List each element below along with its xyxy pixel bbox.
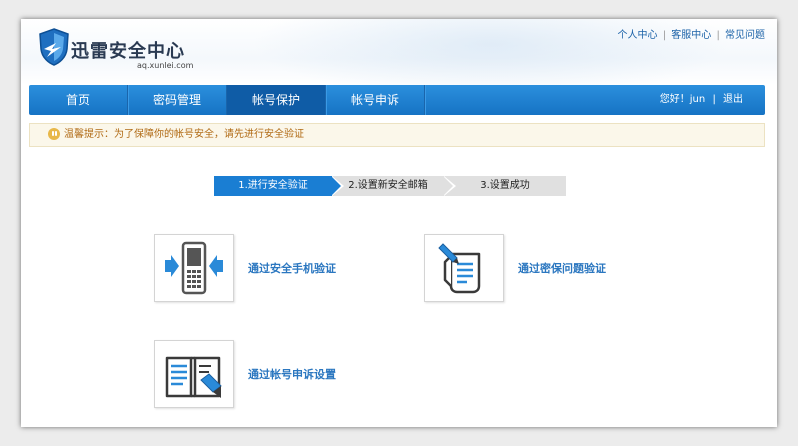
top-links: 个人中心 | 客服中心 | 常见问题 [618,26,766,41]
site-logo[interactable]: 迅雷安全中心 aq.xunlei.com [37,27,197,77]
option-account-appeal[interactable]: 通过帐号申诉设置 [154,340,394,410]
option-label[interactable]: 通过安全手机验证 [248,260,336,276]
phone-verify-icon-box[interactable] [154,234,234,302]
nav-item-account-appeal[interactable]: 帐号申诉 [326,85,425,115]
progress-steps: 1.进行安全验证 2.设置新安全邮箱 3.设置成功 [214,176,566,196]
account-appeal-icon-box[interactable] [154,340,234,408]
site-header: 迅雷安全中心 aq.xunlei.com 个人中心 | 客服中心 | 常见问题 [21,19,777,99]
option-security-question[interactable]: 通过密保问题验证 [424,234,664,304]
step-arrow [443,176,453,196]
user-greeting: 您好！jun [659,94,706,105]
shield-logo-icon [37,27,71,70]
step-arrow [331,176,341,196]
logout-link[interactable]: 退出 [723,94,743,105]
nav-item-account-protection[interactable]: 帐号保护 [227,85,326,115]
tip-text: 温馨提示：为了保障你的帐号安全，请先进行安全验证 [64,129,304,140]
option-phone-verify[interactable]: 通过安全手机验证 [154,234,394,304]
security-question-icon-box[interactable] [424,234,504,302]
faq-link[interactable]: 常见问题 [725,30,765,41]
main-nav: 首页 密码管理 帐号保护 帐号申诉 您好！jun | 退出 [29,85,765,115]
user-separator: | [712,94,716,105]
user-info: 您好！jun | 退出 [660,85,743,115]
nav-item-home[interactable]: 首页 [29,85,128,115]
step-set-email: 2.设置新安全邮箱 [332,176,444,196]
option-label[interactable]: 通过密保问题验证 [518,260,606,276]
logo-title: 迅雷安全中心 [71,41,185,62]
tip-bar: 温馨提示：为了保障你的帐号安全，请先进行安全验证 [29,123,765,147]
step-success: 3.设置成功 [444,176,566,196]
personal-center-link[interactable]: 个人中心 [618,30,658,41]
logo-domain: aq.xunlei.com [137,61,194,70]
page-frame: 迅雷安全中心 aq.xunlei.com 个人中心 | 客服中心 | 常见问题 … [21,19,777,427]
option-label[interactable]: 通过帐号申诉设置 [248,366,336,382]
step-label: 2.设置新安全邮箱 [348,180,428,191]
info-icon [48,128,60,140]
step-label: 1.进行安全验证 [238,180,308,191]
step-verify: 1.进行安全验证 [214,176,332,196]
step-label: 3.设置成功 [480,180,530,191]
customer-service-link[interactable]: 客服中心 [671,30,711,41]
link-separator: | [662,30,667,41]
link-separator: | [716,30,720,41]
nav-item-password[interactable]: 密码管理 [128,85,227,115]
